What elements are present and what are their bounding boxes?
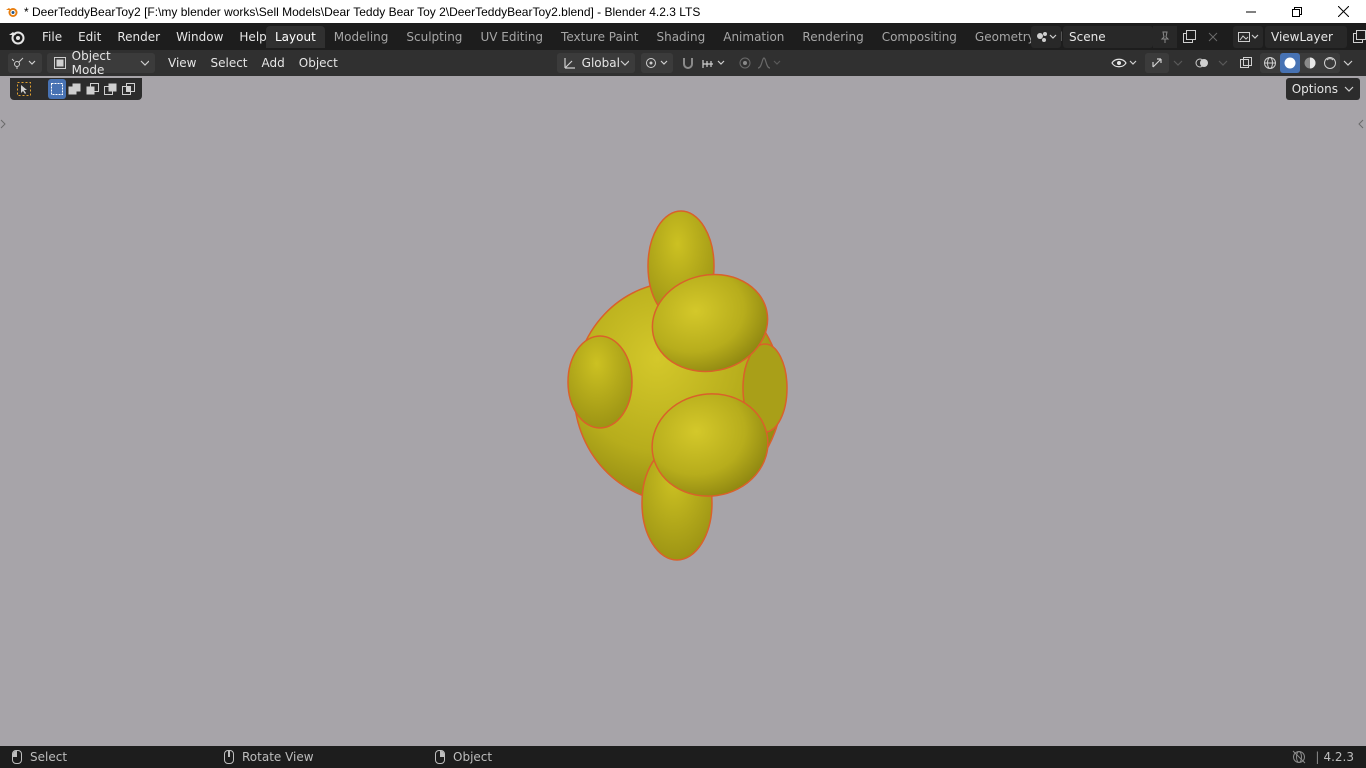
magnet-icon [683,58,693,69]
window-title: * DeerTeddyBearToy2 [F:\my blender works… [24,4,701,19]
chevron-down-icon [140,60,149,66]
overlays-toggle[interactable] [1190,53,1214,73]
status-object: Object [435,746,492,768]
mouse-right-icon [435,750,445,764]
header-menu-select[interactable]: Select [203,53,254,73]
view-layer-name: ViewLayer [1271,30,1333,44]
new-view-layer-icon[interactable] [1347,26,1366,48]
tab-sculpting[interactable]: Sculpting [397,26,471,48]
status-select-label: Select [30,750,68,764]
menu-render[interactable]: Render [109,26,168,48]
chevron-down-icon [620,60,629,66]
menu-window[interactable]: Window [168,26,231,48]
shading-mode-group [1260,53,1340,73]
menu-edit[interactable]: Edit [70,26,109,48]
scene-selector: Scene ViewLayer [1031,26,1366,48]
overlays-icon [1195,58,1208,68]
version-label: 4.2.3 [1323,750,1354,764]
xray-icon [1240,57,1252,68]
scene-browse-button[interactable] [1031,26,1061,48]
object-visibility-dropdown[interactable] [1110,53,1140,73]
snap-increment-icon [702,60,725,68]
tab-rendering[interactable]: Rendering [793,26,872,48]
header-menu-add[interactable]: Add [255,53,292,73]
object-mode-icon [54,57,66,69]
proportional-edit-icon [739,57,751,69]
minimize-icon[interactable] [1228,0,1274,23]
chevron-down-icon [1218,60,1228,66]
header-menu-object[interactable]: Object [292,53,345,73]
viewport-header: Object Mode View Select Add Object Globa… [0,49,1366,77]
top-bar: File Edit Render Window Help Layout Mode… [0,23,1366,50]
proportional-falloff-dropdown[interactable] [755,53,785,73]
view-layer-icon [1238,32,1259,42]
tab-compositing[interactable]: Compositing [873,26,966,48]
blender-app-icon [4,4,20,20]
3d-viewport[interactable]: Options [0,76,1366,746]
wireframe-shading-icon[interactable] [1260,53,1280,73]
chevron-down-icon [1343,60,1353,66]
mouse-left-icon [12,750,22,764]
tab-shading[interactable]: Shading [647,26,714,48]
object-mode-label: Object Mode [71,49,111,77]
mouse-middle-icon [224,750,234,764]
material-preview-icon[interactable] [1300,53,1320,73]
pivot-icon [646,58,668,68]
snap-toggle[interactable] [677,53,699,73]
falloff-curve-icon [757,57,781,69]
overlays-dropdown[interactable] [1214,53,1232,73]
status-rotate-label: Rotate View [242,750,314,764]
orientation-label: Global [581,56,620,70]
status-select: Select [12,746,67,768]
window-titlebar: * DeerTeddyBearToy2 [F:\my blender works… [0,0,1366,23]
close-icon[interactable] [1320,0,1366,23]
tab-animation[interactable]: Animation [714,26,793,48]
blender-logo-icon[interactable] [0,23,34,50]
snap-target-dropdown[interactable] [699,53,729,73]
solid-shading-icon[interactable] [1280,53,1300,73]
tab-layout[interactable]: Layout [266,26,325,48]
object-mode-dropdown[interactable]: Object Mode [47,49,155,77]
rendered-shading-icon[interactable] [1320,53,1340,73]
transform-orientation-dropdown[interactable]: Global [557,53,635,73]
network-disabled-icon [1293,750,1306,764]
status-version: | 4.2.3 [1291,746,1354,768]
scene-icon [1037,32,1057,42]
pivot-point-dropdown[interactable] [641,53,673,73]
tab-texture-paint[interactable]: Texture Paint [552,26,647,48]
editor-type-3d-view-icon [11,57,36,69]
editor-type-button[interactable] [8,53,42,73]
shading-dropdown[interactable] [1340,53,1356,73]
orientation-icon [564,58,575,69]
restore-icon[interactable] [1274,0,1320,23]
eye-icon [1111,58,1137,68]
proportional-editing-toggle[interactable] [735,53,755,73]
scene-name-field[interactable]: Scene [1063,26,1153,48]
gizmo-dropdown[interactable] [1169,53,1187,73]
chevron-down-icon [1173,60,1183,66]
header-menu-view[interactable]: View [161,53,203,73]
workspace-tabs: Layout Modeling Sculpting UV Editing Tex… [266,26,1085,48]
menu-file[interactable]: File [34,26,70,48]
teddy-bear-model[interactable] [0,76,1366,746]
xray-toggle[interactable] [1236,53,1256,73]
tab-uv-editing[interactable]: UV Editing [471,26,552,48]
view-layer-browse-button[interactable] [1233,26,1263,48]
view-layer-name-field[interactable]: ViewLayer [1265,26,1347,48]
gizmo-icon [1152,58,1162,68]
gizmo-toggle[interactable] [1145,53,1169,73]
tab-modeling[interactable]: Modeling [325,26,398,48]
scene-name: Scene [1069,30,1106,44]
delete-scene-icon[interactable] [1201,26,1225,48]
pin-icon[interactable] [1153,26,1177,48]
status-rotate: Rotate View [224,746,314,768]
status-object-label: Object [453,750,493,764]
status-bar: Select Rotate View Object | 4.2.3 [0,746,1366,768]
new-scene-icon[interactable] [1177,26,1201,48]
